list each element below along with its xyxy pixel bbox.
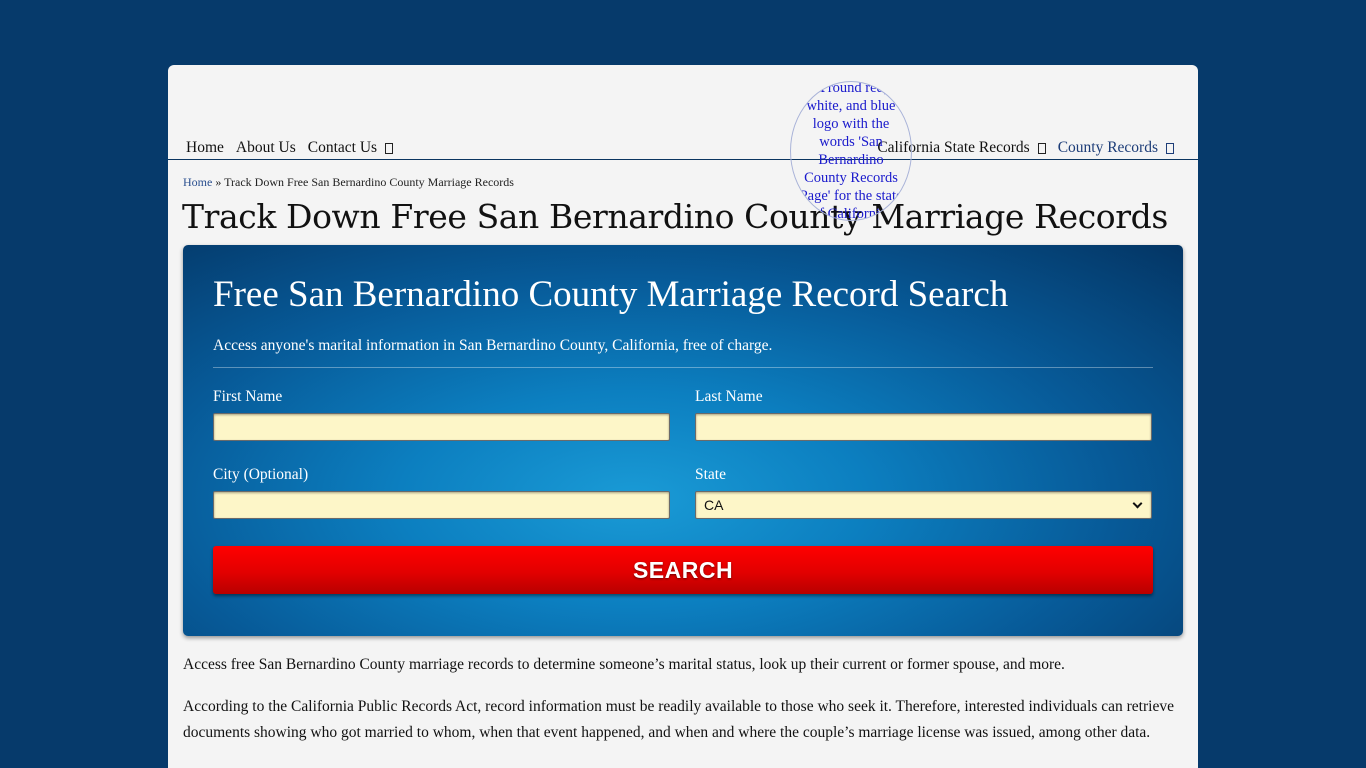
nav-left-group: Home About Us Contact Us <box>186 139 405 157</box>
search-form-title: Free San Bernardino County Marriage Reco… <box>213 274 1009 315</box>
nav-contact-link[interactable]: Contact Us <box>308 139 377 157</box>
marriage-record-search-form: Free San Bernardino County Marriage Reco… <box>183 245 1183 636</box>
search-button[interactable]: SEARCH <box>213 546 1153 594</box>
breadcrumb-home-link[interactable]: Home <box>183 175 212 189</box>
county-records-dropdown-icon[interactable] <box>1166 142 1174 154</box>
intro-paragraph: Access free San Bernardino County marria… <box>183 656 1065 673</box>
first-name-input[interactable] <box>213 413 670 441</box>
state-select[interactable]: CA <box>695 491 1152 519</box>
search-form-divider <box>213 367 1153 368</box>
breadcrumb-current: Track Down Free San Bernardino County Ma… <box>224 175 514 189</box>
state-label: State <box>695 466 726 483</box>
last-name-input[interactable] <box>695 413 1152 441</box>
city-input[interactable] <box>213 491 670 519</box>
records-act-paragraph: According to the California Public Recor… <box>183 698 1174 741</box>
logo-alt-text: A round red, white, and blue logo with t… <box>799 81 903 221</box>
last-name-label: Last Name <box>695 388 763 405</box>
breadcrumb-separator: » <box>212 175 225 189</box>
site-logo[interactable]: A round red, white, and blue logo with t… <box>790 81 912 221</box>
state-select-value: CA <box>704 497 724 513</box>
page-title: Track Down Free San Bernardino County Ma… <box>182 197 1168 236</box>
page-container: A round red, white, and blue logo with t… <box>168 65 1198 768</box>
nav-home-link[interactable]: Home <box>186 139 224 157</box>
nav-more-dropdown-icon[interactable] <box>385 142 394 154</box>
breadcrumb: Home » Track Down Free San Bernardino Co… <box>183 175 514 190</box>
nav-about-link[interactable]: About Us <box>236 139 296 157</box>
search-form-subtitle: Access anyone's marital information in S… <box>213 337 773 354</box>
city-label: City (Optional) <box>213 466 309 483</box>
state-records-dropdown-icon[interactable] <box>1037 142 1046 154</box>
chevron-down-icon <box>1132 498 1143 508</box>
main-navigation: Home About Us Contact Us California Stat… <box>168 131 1198 160</box>
nav-right-group: California State Records County Records <box>877 139 1186 157</box>
nav-county-records-link[interactable]: County Records <box>1058 139 1158 157</box>
first-name-label: First Name <box>213 388 283 405</box>
